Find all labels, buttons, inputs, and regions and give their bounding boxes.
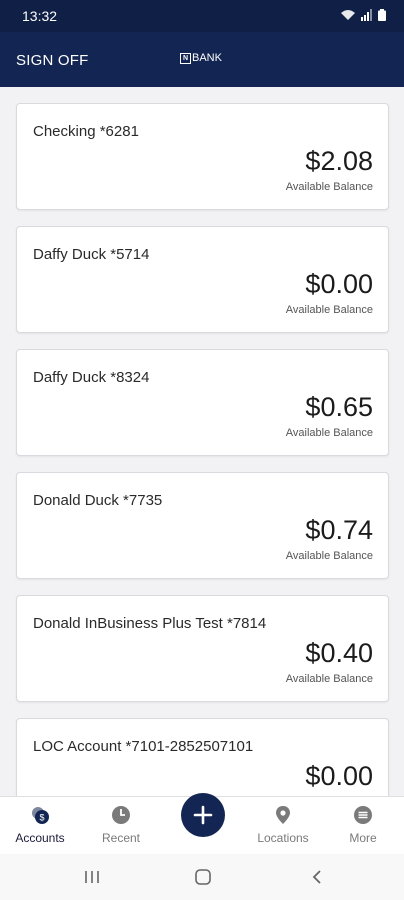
- status-icons: [340, 9, 386, 21]
- account-name: LOC Account *7101-2852507101: [33, 738, 254, 755]
- back-icon[interactable]: [310, 869, 324, 885]
- home-icon[interactable]: [194, 868, 212, 886]
- more-menu-icon: [354, 806, 372, 824]
- account-name: Donald Duck *7735: [33, 492, 163, 509]
- accounts-dollar-icon: $: [32, 807, 49, 824]
- account-balance: $0.00: [305, 269, 373, 299]
- signal-icon: [361, 9, 372, 21]
- balance-label: Available Balance: [285, 673, 373, 685]
- nav-label: Recent: [101, 831, 141, 845]
- wifi-icon: [341, 10, 355, 20]
- clock-icon: [112, 806, 130, 824]
- account-card[interactable]: Checking *6281 $2.08 Available Balance: [16, 103, 389, 210]
- bank-logo: N BANK: [180, 52, 222, 64]
- sign-off-button[interactable]: SIGN OFF: [16, 52, 88, 69]
- account-name: Daffy Duck *8324: [33, 369, 150, 386]
- balance-label: Available Balance: [285, 550, 373, 562]
- account-balance: $0.40: [305, 638, 373, 668]
- recent-apps-icon[interactable]: [84, 869, 100, 885]
- nav-label: Accounts: [15, 831, 65, 845]
- account-card[interactable]: LOC Account *7101-2852507101 $0.00: [16, 718, 389, 796]
- status-time: 13:32: [22, 8, 58, 24]
- system-nav-bar: [0, 854, 404, 900]
- nav-label: More: [349, 831, 377, 845]
- account-card[interactable]: Daffy Duck *5714 $0.00 Available Balance: [16, 226, 389, 333]
- svg-text:$: $: [39, 813, 44, 823]
- account-list: Checking *6281 $2.08 Available Balance D…: [0, 87, 404, 796]
- account-balance: $0.65: [305, 392, 373, 422]
- nav-more[interactable]: More: [323, 797, 403, 855]
- nav-label: Locations: [257, 831, 309, 845]
- balance-label: Available Balance: [285, 304, 373, 316]
- location-pin-icon: [276, 806, 290, 824]
- account-card[interactable]: Donald Duck *7735 $0.74 Available Balanc…: [16, 472, 389, 579]
- account-balance: $2.08: [305, 146, 373, 176]
- account-balance: $0.74: [305, 515, 373, 545]
- balance-label: Available Balance: [285, 427, 373, 439]
- account-card[interactable]: Daffy Duck *8324 $0.65 Available Balance: [16, 349, 389, 456]
- plus-icon: [193, 805, 213, 825]
- bank-logo-mark: N: [180, 52, 191, 64]
- account-name: Donald InBusiness Plus Test *7814: [33, 615, 267, 632]
- add-button[interactable]: [181, 793, 225, 837]
- account-balance: $0.00: [305, 761, 373, 791]
- status-bar: 13:32: [0, 0, 404, 32]
- nav-recent[interactable]: Recent: [81, 797, 161, 855]
- nav-locations[interactable]: Locations: [243, 797, 323, 855]
- balance-label: Available Balance: [285, 181, 373, 193]
- bottom-nav: $ Accounts Recent Locations More: [0, 793, 404, 855]
- account-card[interactable]: Donald InBusiness Plus Test *7814 $0.40 …: [16, 595, 389, 702]
- app-header: SIGN OFF N BANK: [0, 32, 404, 87]
- account-name: Daffy Duck *5714: [33, 246, 150, 263]
- nav-accounts[interactable]: $ Accounts: [0, 797, 80, 855]
- account-name: Checking *6281: [33, 123, 139, 140]
- battery-icon: [378, 9, 386, 21]
- bank-logo-text: BANK: [192, 52, 222, 64]
